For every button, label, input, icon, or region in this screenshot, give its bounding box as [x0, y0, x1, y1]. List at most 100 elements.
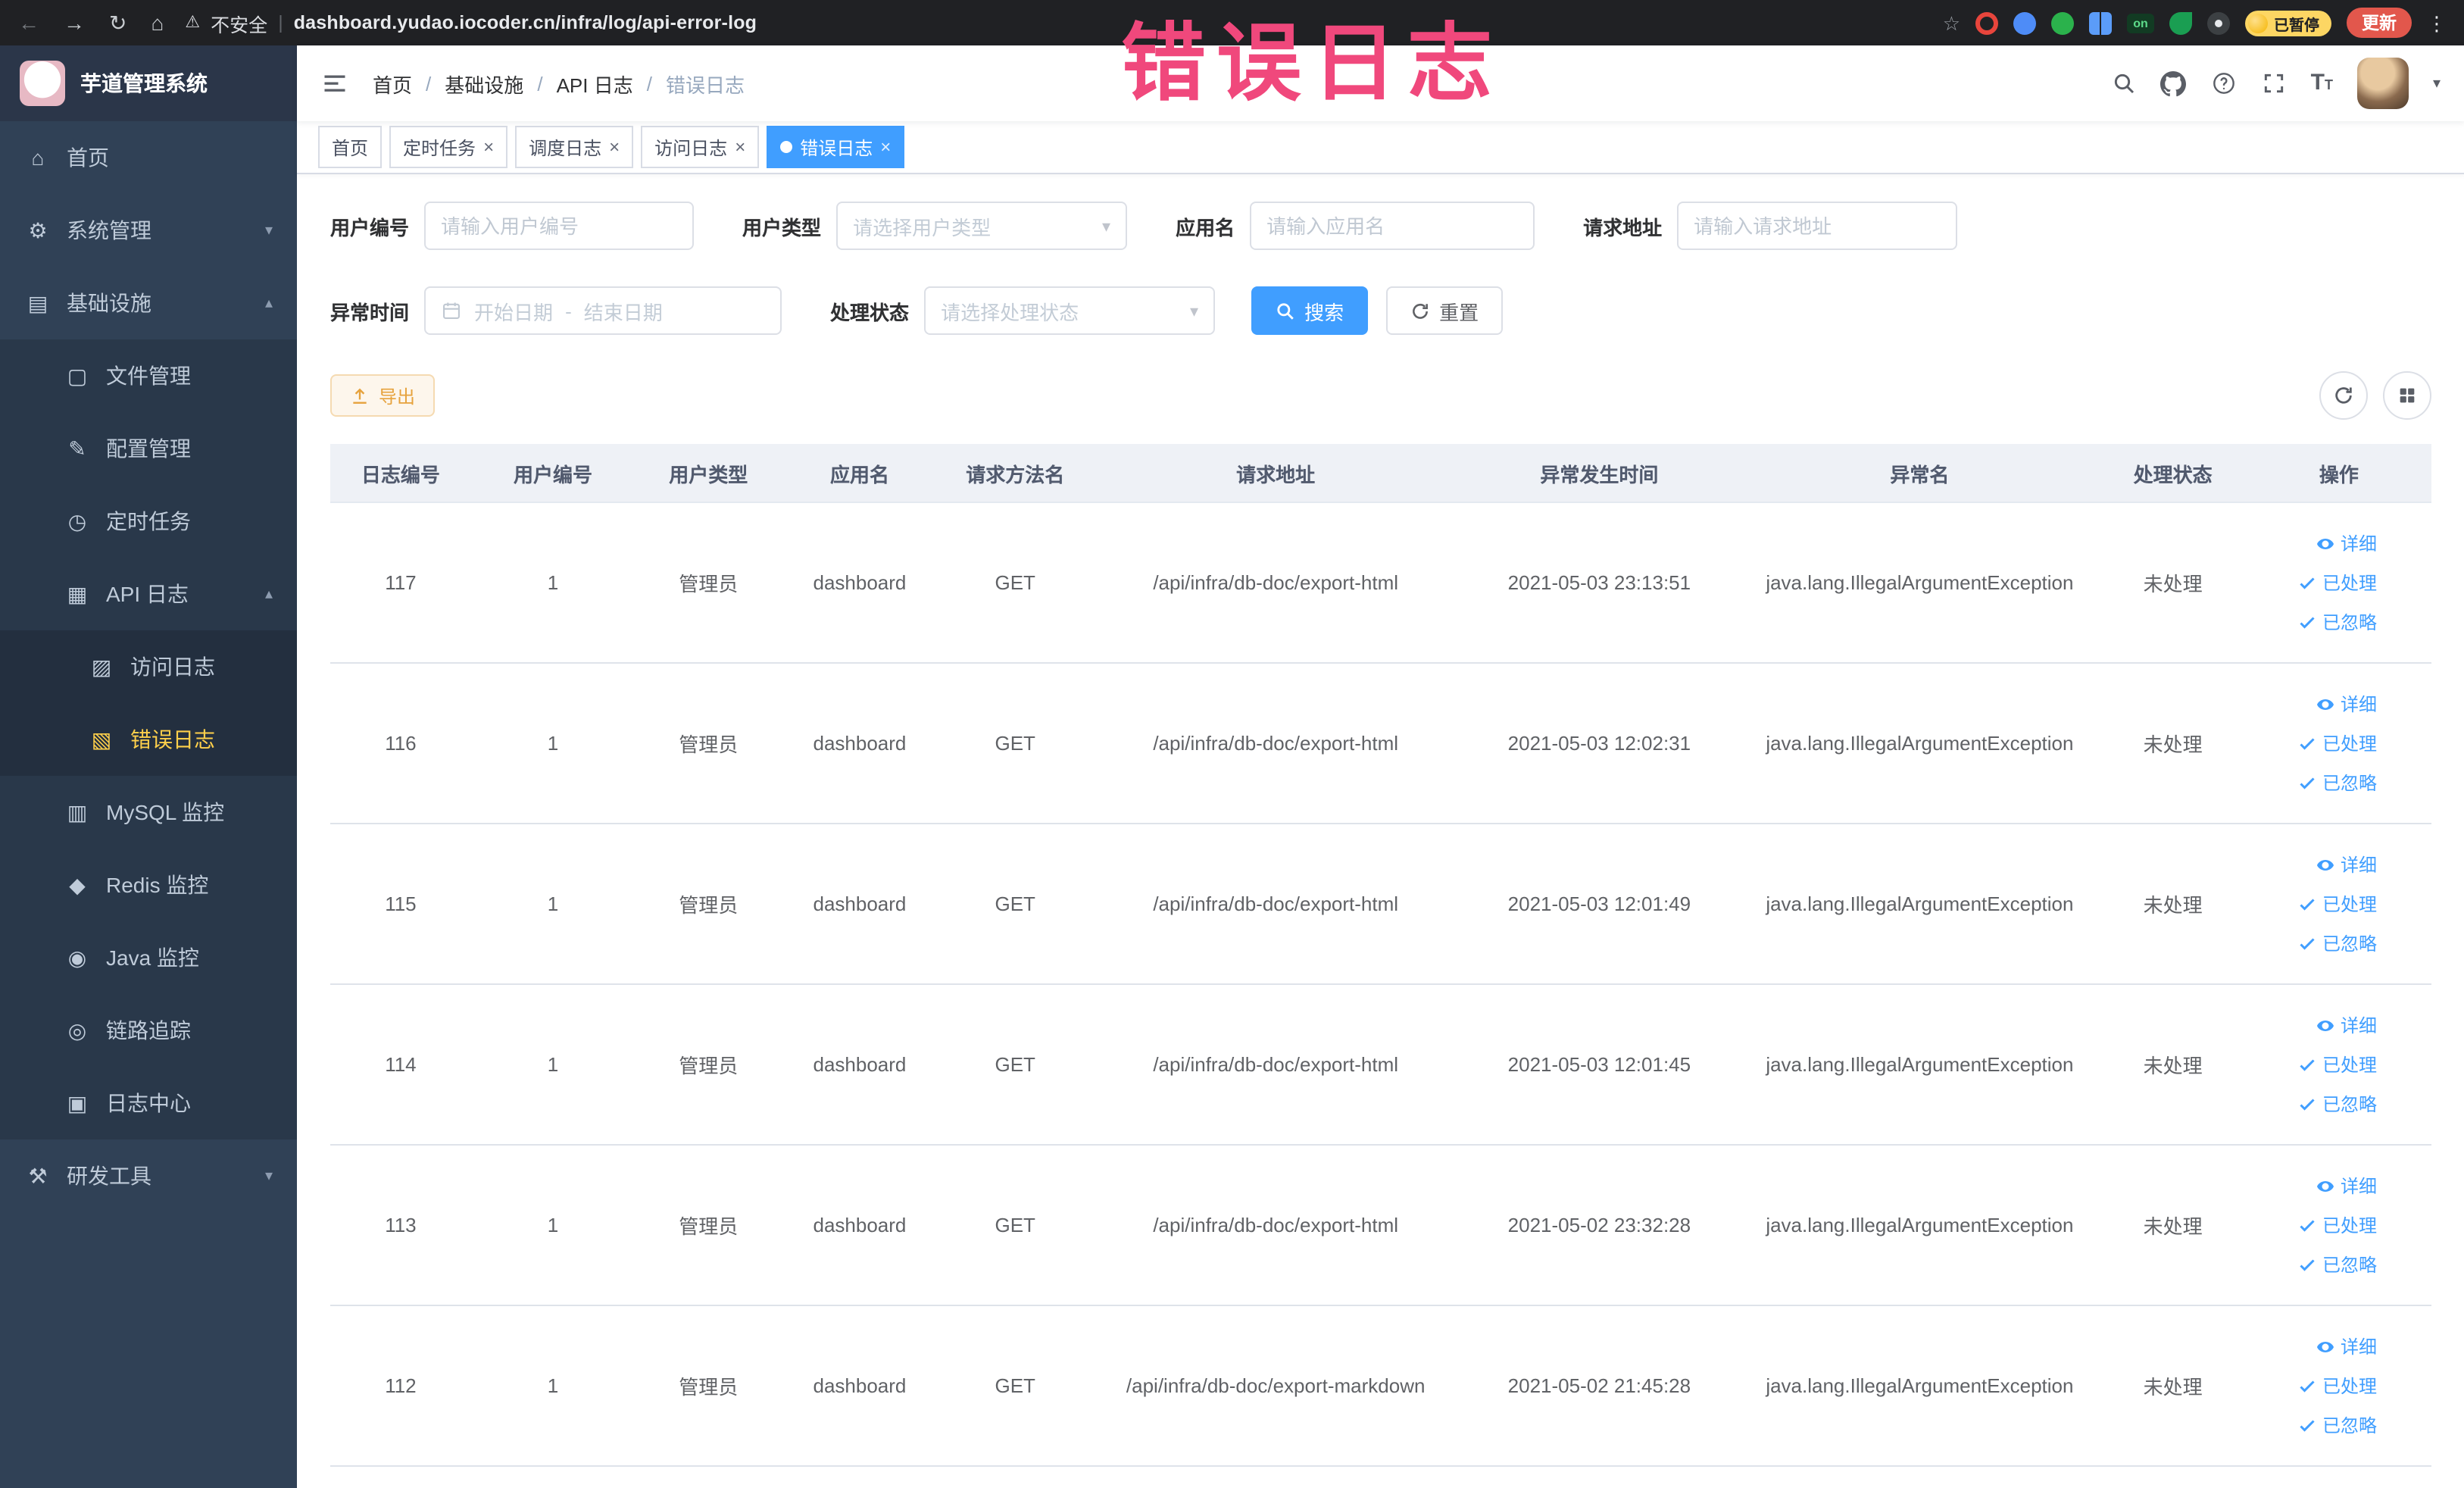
java-monitor-icon: ◉: [67, 945, 87, 969]
extension-icon[interactable]: [2169, 11, 2192, 34]
close-icon[interactable]: [483, 136, 494, 158]
home-icon[interactable]: [151, 12, 164, 33]
help-icon[interactable]: [2211, 70, 2237, 96]
processed-link[interactable]: 已处理: [2256, 1366, 2377, 1405]
filter-label: 请求地址: [1583, 216, 1663, 239]
process-status-select[interactable]: 请选择处理状态: [924, 286, 1216, 335]
tab-access-log[interactable]: 访问日志: [641, 126, 760, 168]
app-logo[interactable]: 芋道管理系统: [0, 45, 297, 121]
extension-icon[interactable]: [2013, 11, 2036, 34]
ignored-link[interactable]: 已忽略: [2256, 1405, 2377, 1445]
breadcrumb-item[interactable]: 基础设施: [445, 69, 523, 98]
bookmark-star-icon[interactable]: [1943, 13, 1960, 33]
close-icon[interactable]: [609, 136, 620, 158]
extension-icon[interactable]: [2051, 11, 2074, 34]
action-label: 详细: [2340, 533, 2377, 554]
filter-request-url: 请求地址: [1583, 202, 1958, 250]
browser-menu-icon[interactable]: [2427, 13, 2447, 33]
tab-error-log[interactable]: 错误日志: [767, 126, 905, 168]
detail-link[interactable]: 详细: [2256, 1166, 2377, 1205]
sidebar-item-dev-tools[interactable]: ⚒ 研发工具: [0, 1139, 297, 1212]
sidebar-item-trace[interactable]: ◎ 链路追踪: [0, 994, 297, 1067]
user-avatar[interactable]: [2356, 58, 2409, 109]
font-size-icon[interactable]: [2311, 70, 2333, 97]
reload-icon[interactable]: [109, 12, 126, 33]
sidebar-item-access-log[interactable]: ▨ 访问日志: [0, 630, 297, 703]
sidebar-item-redis[interactable]: ◆ Redis 监控: [0, 849, 297, 921]
ignored-link[interactable]: 已忽略: [2256, 1245, 2377, 1284]
cell-time: 2021-05-03 23:13:51: [1458, 502, 1741, 664]
processed-link[interactable]: 已处理: [2256, 563, 2377, 602]
close-icon[interactable]: [880, 136, 891, 158]
app-name-input[interactable]: [1250, 202, 1535, 250]
extension-icon[interactable]: [2089, 11, 2112, 34]
chrome-update-button[interactable]: 更新: [2347, 8, 2412, 38]
extension-icon[interactable]: [2207, 11, 2230, 34]
reset-button[interactable]: 重置: [1386, 286, 1504, 335]
tab-schedule-log[interactable]: 调度日志: [515, 126, 634, 168]
profile-sync-paused-chip[interactable]: 已暂停: [2245, 10, 2331, 36]
sidebar-item-config[interactable]: ✎ 配置管理: [0, 412, 297, 485]
ignored-link[interactable]: 已忽略: [2256, 924, 2377, 963]
sidebar-item-home[interactable]: ⌂ 首页: [0, 121, 297, 194]
cell-exception: java.lang.IllegalArgumentException: [1740, 1305, 2100, 1467]
extension-icon[interactable]: [1975, 11, 1998, 34]
hamburger-icon[interactable]: [321, 70, 348, 97]
ignored-link[interactable]: 已忽略: [2256, 602, 2377, 642]
column-header: 用户类型: [635, 444, 782, 503]
user-type-select[interactable]: 请选择用户类型: [836, 202, 1128, 250]
sidebar-item-label: API 日志: [106, 582, 189, 606]
cell-app-name: dashboard: [782, 1305, 938, 1467]
cell-user-type: 管理员: [635, 1145, 782, 1306]
action-label: 详细: [2340, 1175, 2377, 1196]
back-icon[interactable]: [18, 12, 39, 33]
tab-home[interactable]: 首页: [318, 126, 383, 168]
extension-on-badge[interactable]: on: [2127, 13, 2154, 33]
search-button[interactable]: 搜索: [1251, 286, 1369, 335]
detail-link[interactable]: 详细: [2256, 684, 2377, 724]
sidebar-item-mysql[interactable]: ▥ MySQL 监控: [0, 776, 297, 849]
sidebar-item-file[interactable]: ▢ 文件管理: [0, 339, 297, 412]
tab-scheduled-tasks[interactable]: 定时任务: [389, 126, 508, 168]
search-icon[interactable]: [2111, 70, 2137, 96]
processed-link[interactable]: 已处理: [2256, 724, 2377, 763]
detail-link[interactable]: 详细: [2256, 524, 2377, 563]
sidebar-item-label: 配置管理: [106, 436, 191, 461]
column-settings-button[interactable]: [2383, 371, 2431, 420]
chevron-up-icon: [265, 295, 273, 311]
sidebar-item-api-log[interactable]: ▦ API 日志: [0, 558, 297, 630]
sidebar-item-log-center[interactable]: ▣ 日志中心: [0, 1067, 297, 1139]
screenshot-root: 不安全 | dashboard.yudao.iocoder.cn/infra/l…: [0, 0, 2464, 1488]
chevron-down-icon[interactable]: [2433, 75, 2441, 92]
sidebar-item-java[interactable]: ◉ Java 监控: [0, 921, 297, 994]
detail-link[interactable]: 详细: [2256, 1327, 2377, 1366]
github-icon[interactable]: [2160, 70, 2187, 96]
sidebar-item-infra[interactable]: ▤ 基础设施: [0, 267, 297, 339]
export-button[interactable]: 导出: [330, 374, 436, 417]
sidebar-item-label: 定时任务: [106, 509, 191, 533]
detail-link[interactable]: 详细: [2256, 845, 2377, 884]
sidebar-item-error-log[interactable]: ▧ 错误日志: [0, 703, 297, 776]
breadcrumb-item[interactable]: 首页: [373, 69, 412, 98]
date-separator: -: [565, 299, 572, 322]
ignored-link[interactable]: 已忽略: [2256, 1084, 2377, 1124]
address-bar[interactable]: 不安全 | dashboard.yudao.iocoder.cn/infra/l…: [185, 8, 757, 37]
processed-link[interactable]: 已处理: [2256, 1205, 2377, 1245]
sidebar-item-system[interactable]: ⚙ 系统管理: [0, 194, 297, 267]
sidebar-item-job[interactable]: ◷ 定时任务: [0, 485, 297, 558]
forward-icon[interactable]: [64, 12, 85, 33]
ignored-link[interactable]: 已忽略: [2256, 763, 2377, 802]
breadcrumb-item[interactable]: API 日志: [557, 69, 633, 98]
cell-log-id: 113: [330, 1145, 471, 1306]
sidebar-item-label: 链路追踪: [106, 1018, 191, 1043]
user-id-input[interactable]: [424, 202, 695, 250]
processed-link[interactable]: 已处理: [2256, 1045, 2377, 1084]
request-url-input[interactable]: [1677, 202, 1958, 250]
fullscreen-icon[interactable]: [2261, 70, 2287, 96]
refresh-button[interactable]: [2319, 371, 2368, 420]
processed-link[interactable]: 已处理: [2256, 884, 2377, 924]
redis-icon: ◆: [69, 872, 86, 896]
close-icon[interactable]: [735, 136, 745, 158]
detail-link[interactable]: 详细: [2256, 1005, 2377, 1045]
date-range-picker[interactable]: 开始日期 - 结束日期: [424, 286, 782, 335]
